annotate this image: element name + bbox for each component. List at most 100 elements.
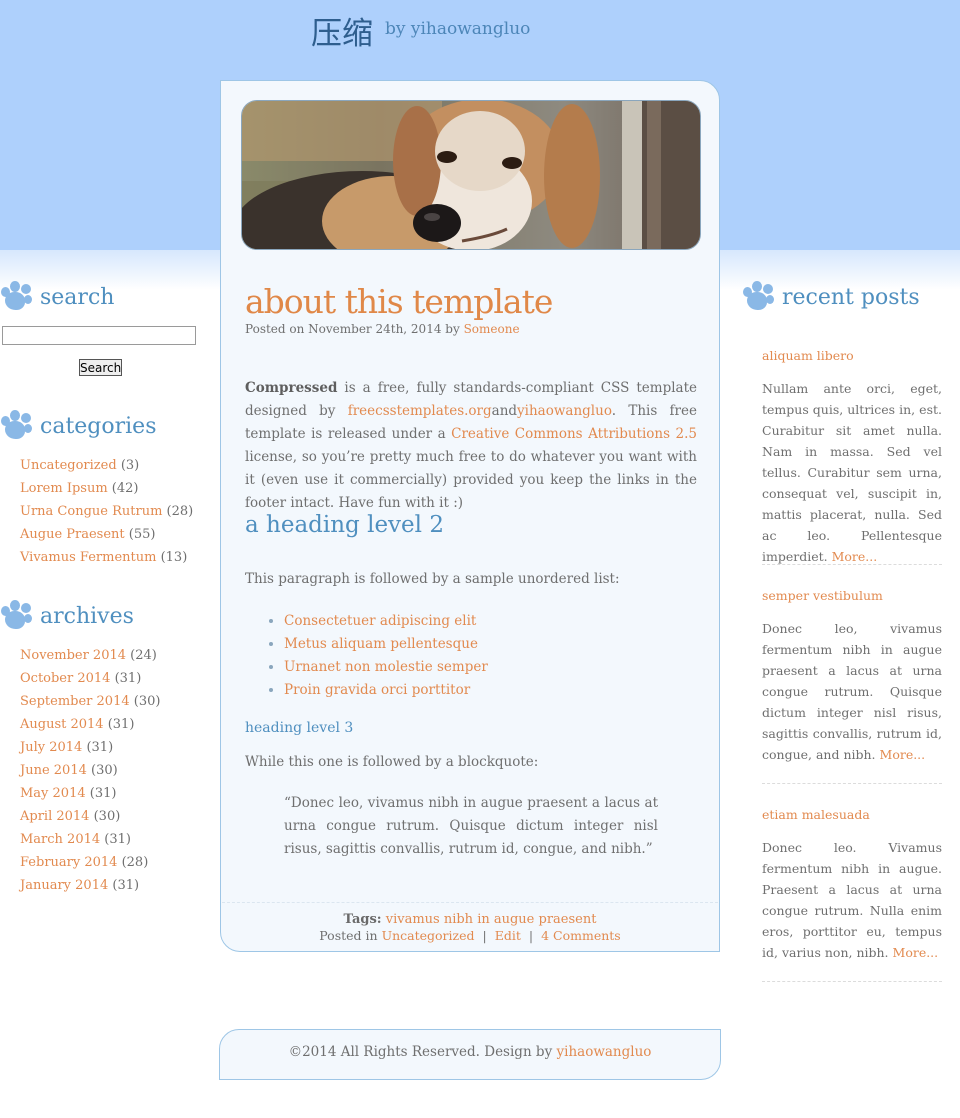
recent-post-text: Donec leo, vivamus fermentum nibh in aug…: [762, 621, 942, 762]
paw-icon: [0, 409, 34, 443]
comments-link[interactable]: 4 Comments: [541, 928, 621, 943]
category-link[interactable]: Vivamus Fermentum: [20, 550, 156, 565]
post-footer-meta: Posted in Uncategorized | Edit | 4 Comments: [220, 928, 720, 943]
categories-heading: categories: [0, 409, 157, 443]
site-byline: by yihaowangluo: [385, 19, 531, 39]
post-intro: Compressed is a free, fully standards-co…: [245, 377, 697, 515]
recent-post-text: Donec leo. Vivamus fermentum nibh in aug…: [762, 840, 942, 960]
list-item: Consectetuer adipiscing elit: [284, 610, 488, 633]
category-count: (28): [166, 504, 194, 519]
archive-link[interactable]: August 2014: [20, 717, 104, 732]
yihaowangluo-link[interactable]: yihaowangluo: [517, 403, 612, 419]
quote-intro: While this one is followed by a blockquo…: [245, 754, 539, 770]
recent-post-excerpt: Donec leo, vivamus fermentum nibh in aug…: [762, 618, 942, 765]
category-link[interactable]: Lorem Ipsum: [20, 481, 108, 496]
divider: [762, 783, 942, 784]
recent-post-excerpt: Nullam ante orci, eget, tempus quis, ult…: [762, 378, 942, 567]
category-link[interactable]: Uncategorized: [20, 458, 117, 473]
category-link[interactable]: Augue Praesent: [20, 527, 125, 542]
paw-icon: [0, 599, 34, 633]
categories-list: Uncategorized (3) Lorem Ipsum (42) Urna …: [20, 454, 193, 569]
sample-list: Consectetuer adipiscing elit Metus aliqu…: [284, 610, 488, 702]
archive-link[interactable]: January 2014: [20, 878, 108, 893]
archive-link[interactable]: April 2014: [20, 809, 89, 824]
blockquote: “Donec leo, vivamus nibh in augue praese…: [284, 795, 658, 857]
list-item: November 2014 (24): [20, 644, 160, 667]
post-author-link[interactable]: Someone: [464, 322, 520, 336]
more-link[interactable]: More...: [832, 549, 878, 564]
more-link[interactable]: More...: [893, 945, 939, 960]
list-item: March 2014 (31): [20, 828, 160, 851]
archive-link[interactable]: May 2014: [20, 786, 86, 801]
list-item-text[interactable]: Proin gravida orci porttitor: [284, 682, 470, 698]
archive-count: (31): [112, 878, 140, 893]
archive-count: (30): [91, 763, 118, 778]
search-heading: search: [0, 280, 114, 314]
recent-post-excerpt: Donec leo. Vivamus fermentum nibh in aug…: [762, 837, 942, 963]
archive-link[interactable]: July 2014: [20, 740, 82, 755]
archive-count: (31): [114, 671, 142, 686]
archive-link[interactable]: November 2014: [20, 648, 126, 663]
category-count: (3): [120, 458, 140, 473]
intro-text: and: [491, 403, 518, 419]
list-item: April 2014 (30): [20, 805, 160, 828]
post-meta: Posted on November 24th, 2014 by Someone: [245, 322, 520, 336]
list-item-text[interactable]: Consectetuer adipiscing elit: [284, 613, 476, 629]
list-item: Metus aliquam pellentesque: [284, 633, 488, 656]
archive-count: (31): [86, 740, 114, 755]
list-item: Uncategorized (3): [20, 454, 193, 477]
search-heading-label: search: [40, 284, 115, 310]
list-intro: This paragraph is followed by a sample u…: [245, 571, 620, 587]
list-item: August 2014 (31): [20, 713, 160, 736]
creative-commons-link[interactable]: Creative Commons Attributions 2.5: [451, 426, 697, 442]
archives-heading-label: archives: [40, 603, 134, 629]
archive-count: (31): [107, 717, 135, 732]
search-input[interactable]: [2, 326, 196, 345]
list-item: January 2014 (31): [20, 874, 160, 897]
divider: [762, 564, 942, 565]
post-meta-date: Posted on November 24th, 2014 by: [245, 322, 460, 336]
archive-link[interactable]: March 2014: [20, 832, 100, 847]
divider: [222, 902, 718, 903]
recent-post-title[interactable]: etiam malesuada: [762, 807, 870, 822]
site-footer: ©2014 All Rights Reserved. Design by yih…: [219, 1029, 721, 1080]
more-link[interactable]: More...: [880, 747, 926, 762]
archive-link[interactable]: October 2014: [20, 671, 110, 686]
list-item: Lorem Ipsum (42): [20, 477, 193, 500]
category-link[interactable]: Urna Congue Rutrum: [20, 504, 162, 519]
list-item: July 2014 (31): [20, 736, 160, 759]
separator: |: [528, 928, 534, 943]
recent-post-title[interactable]: aliquam libero: [762, 348, 854, 363]
archive-count: (30): [93, 809, 121, 824]
archives-list: November 2014 (24) October 2014 (31) Sep…: [20, 644, 160, 897]
intro-text: license, so you’re pretty much free to d…: [245, 449, 697, 511]
list-item: Vivamus Fermentum (13): [20, 546, 193, 569]
freecsstemplates-link[interactable]: freecsstemplates.org: [348, 403, 492, 419]
paw-icon: [0, 280, 34, 314]
list-item: October 2014 (31): [20, 667, 160, 690]
category-link[interactable]: Uncategorized: [382, 928, 475, 943]
edit-link[interactable]: Edit: [495, 928, 521, 943]
list-item: May 2014 (31): [20, 782, 160, 805]
tags-label: Tags:: [343, 912, 382, 927]
archive-link[interactable]: June 2014: [20, 763, 87, 778]
post-tags: Tags: vivamus nibh in augue praesent: [220, 912, 720, 927]
category-count: (13): [160, 550, 188, 565]
list-item: Proin gravida orci porttitor: [284, 679, 488, 702]
archive-link[interactable]: September 2014: [20, 694, 130, 709]
paw-icon: [742, 280, 776, 314]
list-item-text[interactable]: Urnanet non molestie semper: [284, 659, 488, 675]
hero-image-dog: [241, 100, 701, 250]
separator: |: [482, 928, 487, 943]
site-title[interactable]: 压缩: [311, 8, 373, 53]
archive-count: (24): [130, 648, 157, 663]
recent-post-text: Nullam ante orci, eget, tempus quis, ult…: [762, 381, 942, 564]
footer-designer-link[interactable]: yihaowangluo: [557, 1044, 652, 1060]
tag-link[interactable]: vivamus nibh in augue praesent: [386, 912, 597, 927]
list-item: Augue Praesent (55): [20, 523, 193, 546]
post-title[interactable]: about this template: [245, 282, 553, 321]
list-item-text[interactable]: Metus aliquam pellentesque: [284, 636, 478, 652]
archive-link[interactable]: February 2014: [20, 855, 117, 870]
search-button[interactable]: Search: [79, 359, 122, 376]
recent-post-title[interactable]: semper vestibulum: [762, 588, 883, 603]
